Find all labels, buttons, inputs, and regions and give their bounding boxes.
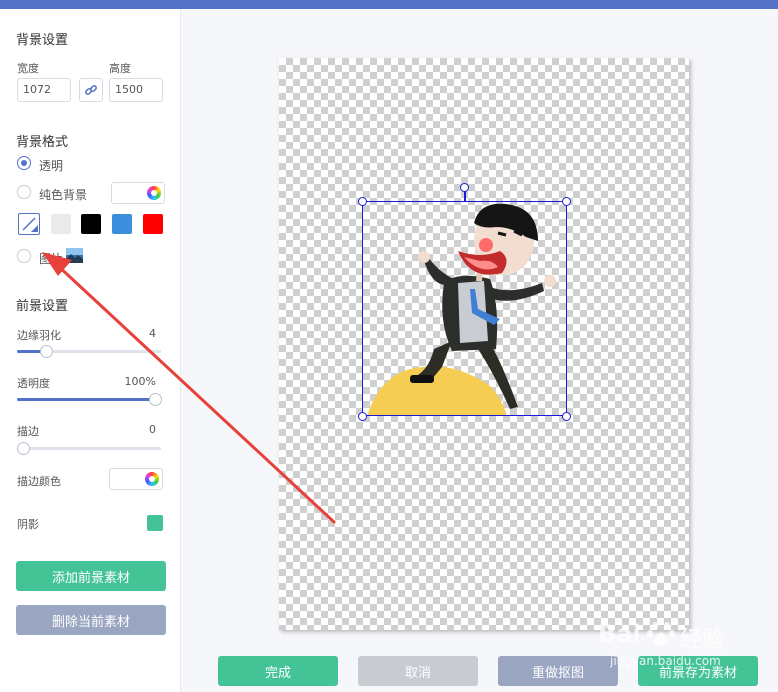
resize-handle-top-left[interactable]: [358, 197, 367, 206]
image-thumbnail-icon[interactable]: [66, 248, 83, 263]
done-button[interactable]: 完成: [218, 656, 338, 686]
width-input[interactable]: 1072: [17, 78, 71, 102]
swatch-red[interactable]: [143, 214, 163, 234]
resize-handle-top-right[interactable]: [562, 197, 571, 206]
radio-solid[interactable]: [17, 185, 31, 199]
feather-value: 4: [149, 327, 156, 340]
resize-handle-bottom-left[interactable]: [358, 412, 367, 421]
custom-color-swatch[interactable]: [18, 213, 40, 235]
width-label: 宽度: [17, 62, 39, 75]
transparent-label: 透明: [39, 159, 64, 173]
rotate-handle[interactable]: [460, 183, 469, 192]
pen-icon: [22, 217, 38, 232]
feather-slider-knob[interactable]: [39, 345, 53, 358]
opacity-slider[interactable]: [17, 393, 162, 406]
link-ratio-button[interactable]: [79, 78, 103, 102]
opacity-value: 100%: [124, 375, 156, 388]
stroke-color-picker[interactable]: [109, 468, 163, 490]
swatch-light-gray[interactable]: [51, 214, 71, 234]
watermark-url: jingyan.baidu.com: [610, 654, 721, 668]
baidu-watermark: Bai 经验 jingyan.baidu.com: [590, 608, 760, 670]
color-wheel-icon: [147, 186, 161, 200]
paw-icon: [647, 622, 675, 646]
opacity-slider-knob[interactable]: [149, 393, 162, 406]
swatch-black[interactable]: [81, 214, 101, 234]
delete-foreground-button[interactable]: 删除当前素材: [16, 605, 166, 635]
feather-slider[interactable]: [17, 345, 161, 358]
opacity-label: 透明度: [17, 377, 50, 390]
opacity-slider-fill: [17, 398, 155, 401]
resize-handle-bottom-right[interactable]: [562, 412, 571, 421]
shadow-label: 阴影: [17, 518, 39, 531]
shadow-color-swatch[interactable]: [147, 515, 163, 531]
feather-label: 边缘羽化: [17, 329, 61, 342]
swatch-blue[interactable]: [112, 214, 132, 234]
bg-format-title: 背景格式: [16, 135, 69, 150]
add-foreground-button[interactable]: 添加前景素材: [16, 561, 166, 591]
stroke-slider[interactable]: [17, 442, 161, 455]
image-label: 图片: [39, 252, 64, 266]
solid-color-picker[interactable]: [111, 182, 165, 204]
link-icon: [85, 85, 97, 95]
stroke-color-label: 描边颜色: [17, 475, 61, 488]
top-accent-bar: [0, 0, 778, 9]
stroke-label: 描边: [17, 425, 39, 438]
cancel-button[interactable]: 取消: [358, 656, 478, 686]
radio-image[interactable]: [17, 249, 31, 263]
fg-settings-title: 前景设置: [16, 299, 69, 314]
watermark-brand-jingyan: 经验: [680, 628, 725, 653]
color-wheel-icon: [145, 472, 159, 486]
stroke-slider-knob[interactable]: [17, 442, 30, 455]
bg-settings-title: 背景设置: [16, 33, 69, 48]
selection-box[interactable]: [362, 201, 567, 416]
height-label: 高度: [109, 62, 131, 75]
watermark-brand: Bai: [598, 620, 641, 648]
stroke-value: 0: [149, 423, 156, 436]
radio-transparent[interactable]: [17, 156, 31, 170]
solid-label: 纯色背景: [39, 188, 88, 202]
height-input[interactable]: 1500: [109, 78, 163, 102]
